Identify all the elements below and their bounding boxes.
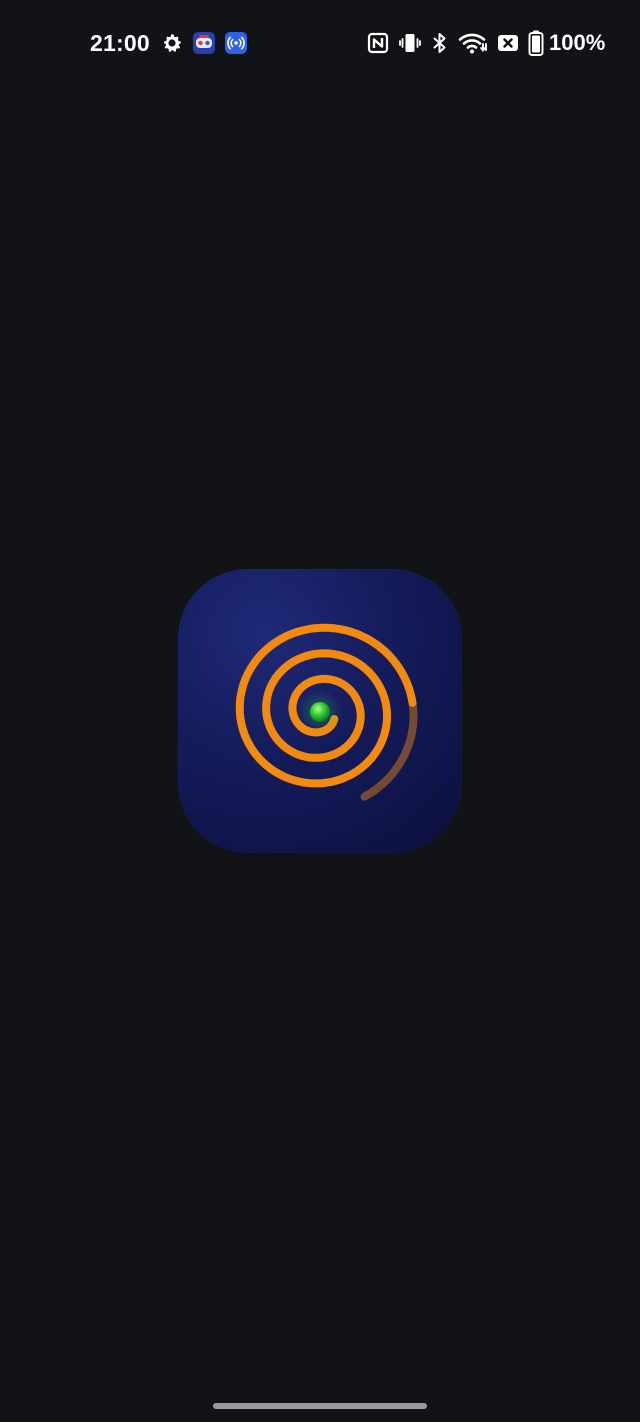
app-splash-icon (178, 569, 462, 853)
battery-icon (528, 30, 544, 56)
wifi-icon (458, 33, 487, 54)
status-bar: 21:00 100% (0, 0, 640, 86)
bluetooth-icon (433, 33, 446, 53)
no-sim-icon (498, 35, 518, 51)
nfc-icon (367, 32, 389, 54)
settings-gear-icon (164, 34, 181, 52)
home-gesture-bar[interactable] (213, 1403, 427, 1409)
center-dot-icon (310, 702, 330, 722)
vibrate-icon (399, 34, 421, 52)
battery-percent: 100% (549, 30, 606, 55)
system-icons: 100% (366, 30, 605, 56)
notification-icons (160, 31, 248, 55)
status-time: 21:00 (90, 30, 150, 56)
game-app-icon (193, 32, 215, 54)
broadcast-app-icon (225, 32, 247, 54)
spiral-logo-icon (235, 623, 418, 801)
